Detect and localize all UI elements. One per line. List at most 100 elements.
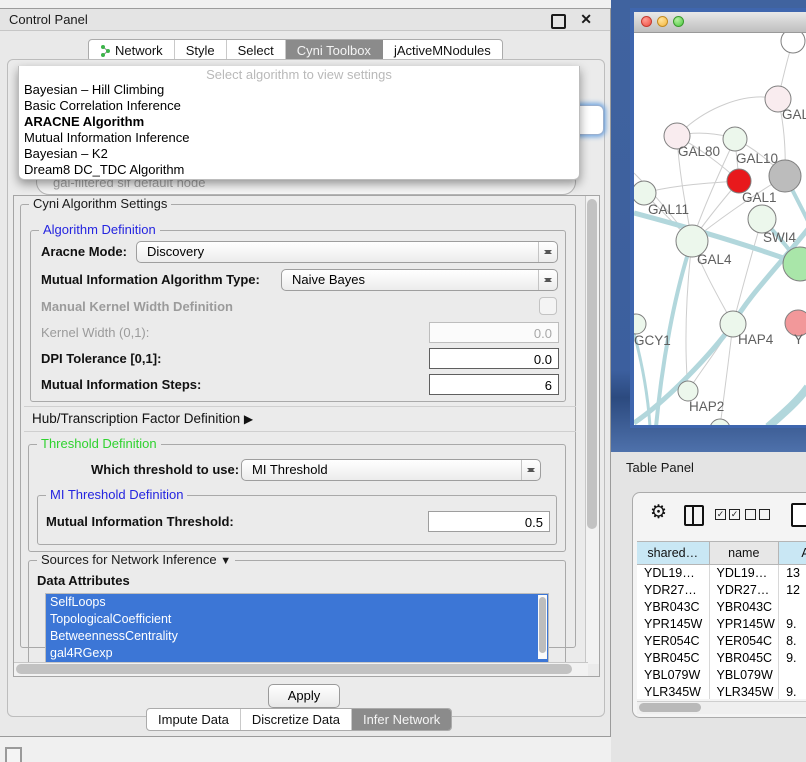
dropdown-item[interactable]: Basic Correlation Inference [19, 98, 579, 114]
table-horizontal-scrollbar[interactable] [637, 701, 806, 714]
algorithm-definition-group: Algorithm Definition Aracne Mode: Discov… [30, 230, 566, 402]
dropdown-item[interactable]: ARACNE Algorithm [19, 114, 579, 130]
combo-stepper-icon [538, 242, 557, 262]
column-header[interactable]: name [710, 542, 780, 564]
table-cell: YER054C [637, 633, 710, 650]
table-row[interactable]: YBL079WYBL079W [637, 667, 806, 684]
network-graph: GALGAL80GAL10GAL1GAL11SWI4GAL4GCY1HAP4YH… [634, 33, 806, 425]
scrollbar-thumb[interactable] [639, 703, 701, 712]
close-icon[interactable]: ✕ [580, 11, 592, 28]
settings-vertical-scrollbar[interactable] [585, 196, 599, 664]
mi-steps-label: Mutual Information Steps: [41, 377, 201, 392]
network-node[interactable] [748, 205, 776, 233]
network-node[interactable] [678, 381, 698, 401]
combo-stepper-icon [538, 270, 557, 290]
network-edge [768, 387, 806, 425]
attribute-list-item[interactable]: SelfLoops [46, 594, 548, 611]
network-node[interactable] [781, 33, 805, 53]
collapse-arrow-icon[interactable]: ▼ [220, 555, 231, 567]
dropdown-item[interactable]: Bayesian – Hill Climbing [19, 82, 579, 98]
float-window-icon[interactable] [551, 14, 566, 29]
tab-jactivemnodules[interactable]: jActiveMNodules [383, 40, 502, 61]
zoom-traffic-light-icon[interactable] [673, 16, 684, 27]
cyni-algorithm-settings-legend: Cyni Algorithm Settings [29, 197, 171, 211]
table-row[interactable]: YDR27…YDR27…12 [637, 582, 806, 599]
table-row[interactable]: YDL19…YDL19…13 [637, 565, 806, 582]
unchecked-box-icon [759, 509, 770, 520]
kernel-width-field[interactable]: 0.0 [429, 322, 559, 343]
tab-infer-network[interactable]: Infer Network [352, 709, 451, 730]
table-row[interactable]: YPR145WYPR145W9. [637, 616, 806, 633]
column-header[interactable]: A [779, 542, 806, 564]
settings-horizontal-scrollbar[interactable] [14, 662, 588, 676]
gear-icon[interactable]: ⚙ [650, 502, 667, 524]
table-cell: 9. [779, 616, 806, 633]
tab-network[interactable]: Network [89, 40, 175, 61]
attribute-list-item[interactable]: gal4RGexp [46, 645, 548, 662]
tab-label: Cyni Toolbox [297, 43, 371, 58]
manual-kernel-checkbox[interactable] [539, 297, 557, 315]
attributes-list-scrollbar[interactable] [538, 595, 547, 659]
tab-label: Network [115, 43, 163, 58]
network-view-window[interactable]: GALGAL80GAL10GAL1GAL11SWI4GAL4GCY1HAP4YH… [630, 8, 806, 428]
dropdown-item[interactable]: Mutual Information Inference [19, 130, 579, 146]
dropdown-item[interactable]: Dream8 DC_TDC Algorithm [19, 162, 579, 178]
sources-group: Sources for Network Inference ▼ Data Att… [28, 560, 566, 666]
manual-kernel-label: Manual Kernel Width Definition [41, 299, 233, 314]
network-canvas[interactable]: GALGAL80GAL10GAL1GAL11SWI4GAL4GCY1HAP4YH… [634, 33, 806, 425]
docked-panel-icon[interactable] [5, 747, 22, 762]
attribute-list-item[interactable]: BetweennessCentrality [46, 628, 548, 645]
cyni-settings-scroll-area: Cyni Algorithm Settings Algorithm Defini… [13, 195, 600, 677]
mi-algorithm-type-combo[interactable]: Naive Bayes [281, 269, 558, 291]
algorithm-definition-legend: Algorithm Definition [39, 223, 160, 237]
tab-select[interactable]: Select [227, 40, 286, 61]
table-row[interactable]: YLR345WYLR345W9. [637, 684, 806, 699]
scrollbar-thumb[interactable] [587, 199, 597, 529]
tab-discretize-data[interactable]: Discretize Data [241, 709, 352, 730]
scrollbar-thumb[interactable] [539, 597, 546, 653]
column-header[interactable]: shared… [637, 542, 710, 564]
apply-button[interactable]: Apply [268, 684, 340, 708]
network-node[interactable] [723, 127, 747, 151]
tab-style[interactable]: Style [175, 40, 227, 61]
table-toolbar: ⚙ ✓✓ [633, 493, 806, 537]
table-cell: YDL19… [637, 565, 710, 582]
close-traffic-light-icon[interactable] [641, 16, 652, 27]
select-columns-unchecked-icon[interactable] [745, 509, 770, 520]
table-row[interactable]: YBR043CYBR043C [637, 599, 806, 616]
node-label: GCY1 [634, 333, 671, 348]
table-header-row: shared…nameA [637, 541, 806, 565]
algorithm-dropdown-items: Bayesian – Hill ClimbingBasic Correlatio… [19, 82, 579, 178]
control-panel-title: Control Panel [9, 12, 88, 27]
dropdown-item[interactable]: Bayesian – K2 [19, 146, 579, 162]
new-table-icon[interactable] [791, 503, 806, 527]
network-node[interactable] [710, 419, 730, 425]
network-window-titlebar[interactable] [634, 12, 806, 33]
node-label: Y [794, 332, 803, 347]
table-row[interactable]: YER054CYER054C8. [637, 633, 806, 650]
tab-cyni-toolbox[interactable]: Cyni Toolbox [286, 40, 383, 61]
dpi-tolerance-field[interactable]: 0.0 [429, 348, 559, 369]
node-label: GAL11 [648, 202, 689, 217]
select-columns-checked-icon[interactable]: ✓✓ [715, 509, 740, 520]
aracne-mode-value: Discovery [147, 244, 204, 259]
aracne-mode-combo[interactable]: Discovery [136, 241, 558, 263]
mi-threshold-field[interactable]: 0.5 [428, 511, 550, 532]
minimize-traffic-light-icon[interactable] [657, 16, 668, 27]
which-threshold-combo[interactable]: MI Threshold [241, 459, 541, 481]
network-node[interactable] [634, 314, 646, 334]
network-edge [733, 219, 762, 324]
hub-definition-expander[interactable]: Hub/Transcription Factor Definition ▶ [24, 406, 576, 432]
desktop-background: GALGAL80GAL10GAL1GAL11SWI4GAL4GCY1HAP4YH… [611, 0, 806, 452]
table-row[interactable]: YBR045CYBR045C9. [637, 650, 806, 667]
attribute-list-item[interactable]: TopologicalCoefficient [46, 611, 548, 628]
control-panel-window: Control Panel ✕ Network StyleSelect Cyni T… [0, 8, 611, 737]
table-cell: YBR043C [710, 599, 780, 616]
mi-steps-field[interactable]: 6 [429, 374, 559, 395]
columns-icon[interactable] [684, 505, 704, 526]
node-label: HAP2 [689, 399, 724, 414]
tab-label: Discretize Data [252, 712, 340, 727]
mi-threshold-group: MI Threshold Definition Mutual Informati… [37, 495, 557, 545]
scrollbar-thumb[interactable] [16, 664, 572, 674]
tab-impute-data[interactable]: Impute Data [147, 709, 241, 730]
